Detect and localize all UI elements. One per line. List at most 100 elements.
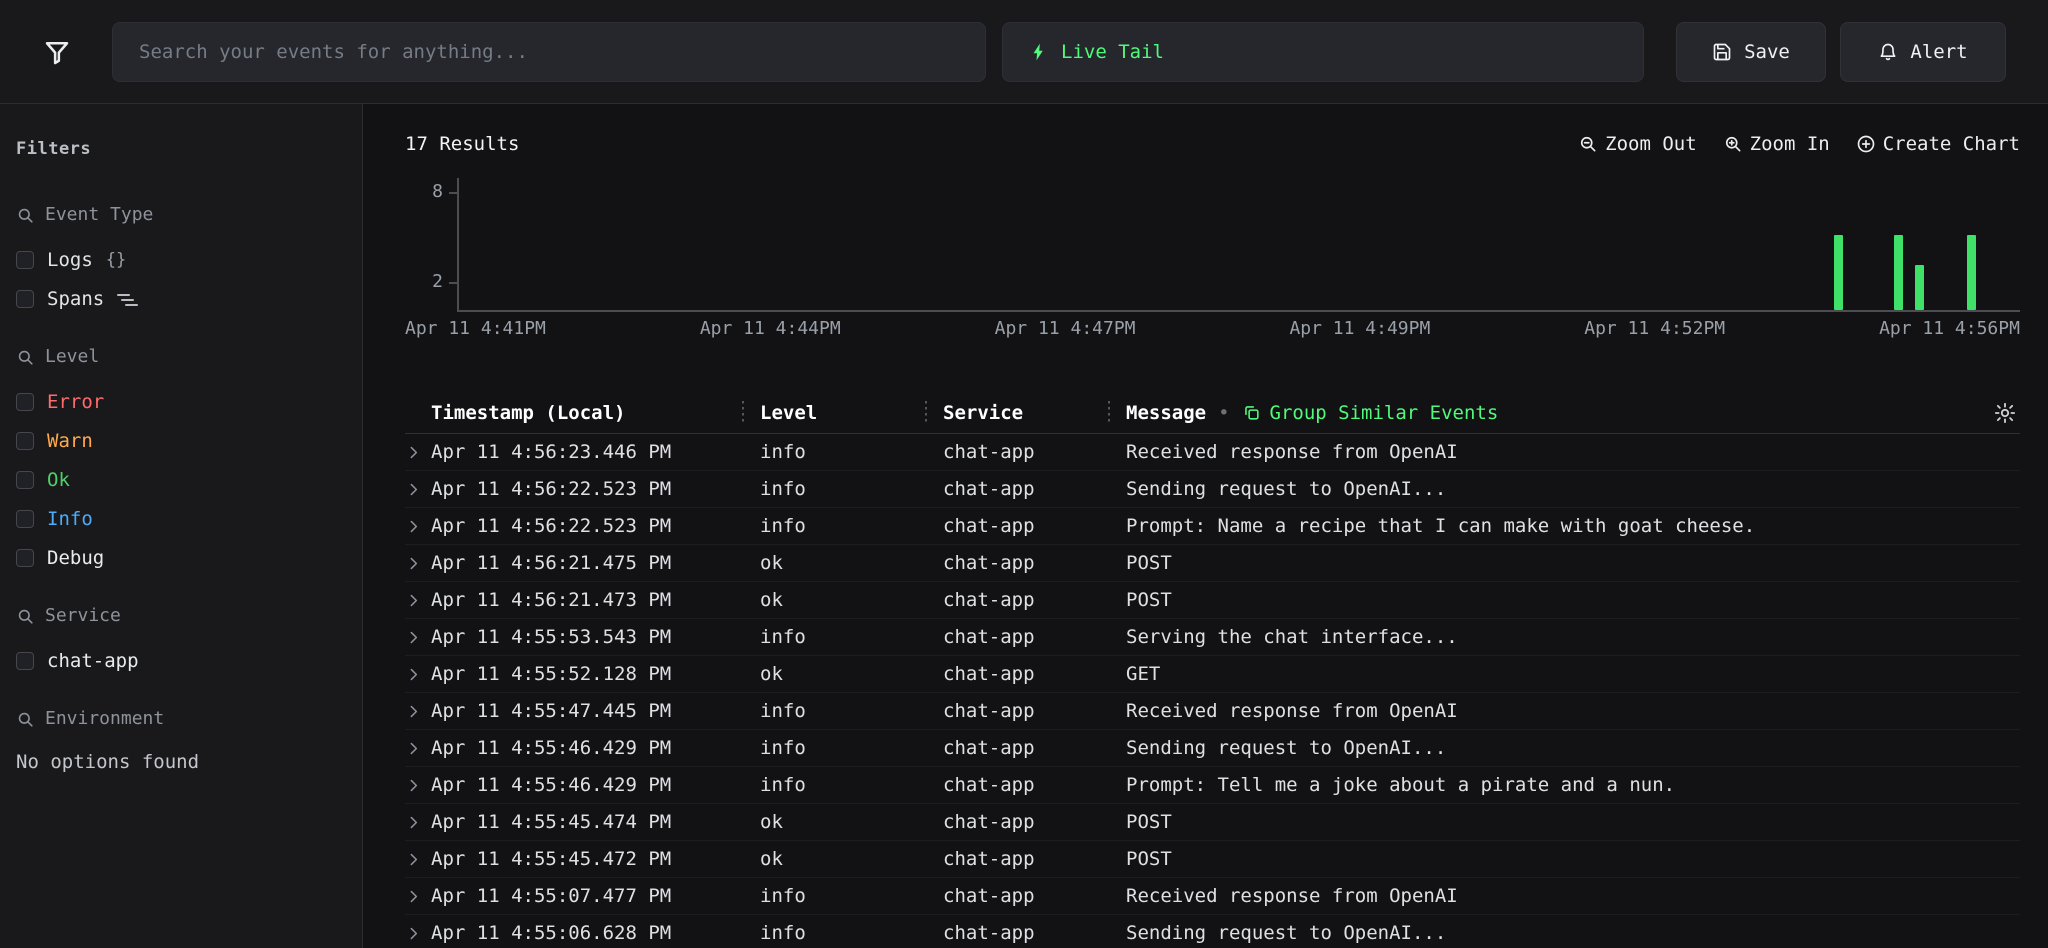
log-row[interactable]: Apr 11 4:56:23.446 PM info chat-app Rece… — [405, 434, 2020, 471]
row-expander[interactable] — [405, 777, 431, 794]
checkbox[interactable] — [16, 290, 34, 308]
row-expander[interactable] — [405, 851, 431, 868]
filter-checkbox-item[interactable]: Ok — [16, 467, 352, 493]
checkbox[interactable] — [16, 432, 34, 450]
col-header-service[interactable]: Service — [925, 402, 1108, 424]
create-chart-button[interactable]: Create Chart — [1856, 133, 2020, 155]
chevron-right-icon — [405, 814, 422, 831]
row-timestamp: Apr 11 4:55:46.429 PM — [431, 774, 742, 796]
row-message: GET — [1108, 663, 2020, 685]
row-expander[interactable] — [405, 888, 431, 905]
log-row[interactable]: Apr 11 4:56:21.473 PM ok chat-app POST — [405, 582, 2020, 619]
row-timestamp: Apr 11 4:56:22.523 PM — [431, 515, 742, 537]
chevron-right-icon — [405, 851, 422, 868]
chevron-right-icon — [405, 925, 422, 942]
row-expander[interactable] — [405, 925, 431, 942]
col-header-level[interactable]: Level — [742, 402, 925, 424]
chart-plot[interactable] — [457, 178, 2020, 312]
filter-checkbox-item[interactable]: Spans — [16, 286, 352, 312]
row-level: info — [742, 700, 925, 722]
live-tail-label: Live Tail — [1061, 41, 1164, 63]
checkbox[interactable] — [16, 510, 34, 528]
col-header-message: Message • Group Similar Events — [1108, 402, 2020, 424]
filter-checkbox-item[interactable]: chat-app — [16, 648, 352, 674]
row-expander[interactable] — [405, 481, 431, 498]
row-level: info — [742, 922, 925, 944]
checkbox[interactable] — [16, 471, 34, 489]
filter-toggle-button[interactable] — [40, 35, 74, 69]
create-chart-label: Create Chart — [1883, 133, 2020, 155]
save-button[interactable]: Save — [1676, 22, 1826, 82]
filter-checkbox-item[interactable]: Logs {} — [16, 247, 352, 273]
filters-sidebar: Filters Event Type Logs {} Spans Level — [0, 104, 363, 948]
chart-bar[interactable] — [1967, 235, 1976, 310]
log-row[interactable]: Apr 11 4:55:46.429 PM info chat-app Prom… — [405, 767, 2020, 804]
log-row[interactable]: Apr 11 4:55:53.543 PM info chat-app Serv… — [405, 619, 2020, 656]
row-level: info — [742, 478, 925, 500]
table-settings-button[interactable] — [1994, 402, 2016, 424]
log-row[interactable]: Apr 11 4:55:07.477 PM info chat-app Rece… — [405, 878, 2020, 915]
log-row[interactable]: Apr 11 4:56:22.523 PM info chat-app Send… — [405, 471, 2020, 508]
checkbox[interactable] — [16, 251, 34, 269]
row-service: chat-app — [925, 774, 1108, 796]
alert-button[interactable]: Alert — [1840, 22, 2006, 82]
row-message: Prompt: Tell me a joke about a pirate an… — [1108, 774, 2020, 796]
checkbox[interactable] — [16, 393, 34, 411]
row-message: Serving the chat interface... — [1108, 626, 2020, 648]
log-row[interactable]: Apr 11 4:56:21.475 PM ok chat-app POST — [405, 545, 2020, 582]
row-level: info — [742, 885, 925, 907]
row-timestamp: Apr 11 4:56:21.473 PM — [431, 589, 742, 611]
filter-checkbox-item[interactable]: Error — [16, 389, 352, 415]
row-message: POST — [1108, 589, 2020, 611]
row-expander[interactable] — [405, 555, 431, 572]
row-service: chat-app — [925, 589, 1108, 611]
events-histogram: 82 — [405, 178, 2020, 312]
log-row[interactable]: Apr 11 4:55:45.474 PM ok chat-app POST — [405, 804, 2020, 841]
row-expander[interactable] — [405, 592, 431, 609]
filter-item-label: Warn — [47, 428, 93, 454]
filter-checkbox-item[interactable]: Debug — [16, 545, 352, 571]
row-expander[interactable] — [405, 629, 431, 646]
log-row[interactable]: Apr 11 4:55:06.628 PM info chat-app Send… — [405, 915, 2020, 948]
row-timestamp: Apr 11 4:55:45.474 PM — [431, 811, 742, 833]
filter-checkbox-item[interactable]: Warn — [16, 428, 352, 454]
chart-bar[interactable] — [1834, 235, 1843, 310]
filter-section-label: Event Type — [45, 204, 153, 226]
row-expander[interactable] — [405, 444, 431, 461]
search-bar — [112, 22, 986, 82]
chevron-right-icon — [405, 888, 422, 905]
col-header-timestamp[interactable]: Timestamp (Local) — [431, 402, 742, 424]
search-input[interactable] — [112, 22, 986, 82]
row-expander[interactable] — [405, 740, 431, 757]
log-row[interactable]: Apr 11 4:55:46.429 PM info chat-app Send… — [405, 730, 2020, 767]
row-service: chat-app — [925, 626, 1108, 648]
chart-bar[interactable] — [1915, 265, 1924, 310]
row-expander[interactable] — [405, 666, 431, 683]
row-service: chat-app — [925, 478, 1108, 500]
row-level: info — [742, 737, 925, 759]
log-row[interactable]: Apr 11 4:55:52.128 PM ok chat-app GET — [405, 656, 2020, 693]
zoom-out-button[interactable]: Zoom Out — [1578, 133, 1697, 155]
chart-y-axis: 82 — [405, 178, 457, 312]
row-service: chat-app — [925, 700, 1108, 722]
checkbox[interactable] — [16, 652, 34, 670]
row-timestamp: Apr 11 4:56:23.446 PM — [431, 441, 742, 463]
y-axis-tick: 2 — [432, 271, 443, 293]
checkbox[interactable] — [16, 549, 34, 567]
group-similar-events-button[interactable]: Group Similar Events — [1242, 402, 1499, 424]
row-expander[interactable] — [405, 518, 431, 535]
filter-section: Level Error Warn Ok Info Debug — [16, 346, 352, 571]
filter-section: Service chat-app — [16, 605, 352, 674]
log-row[interactable]: Apr 11 4:55:45.472 PM ok chat-app POST — [405, 841, 2020, 878]
filter-item-label: Ok — [47, 467, 70, 493]
chart-bar[interactable] — [1894, 235, 1903, 310]
search-icon — [16, 348, 35, 367]
live-tail-button[interactable]: Live Tail — [1002, 22, 1644, 82]
row-expander[interactable] — [405, 703, 431, 720]
filter-checkbox-item[interactable]: Info — [16, 506, 352, 532]
zoom-in-button[interactable]: Zoom In — [1723, 133, 1830, 155]
log-row[interactable]: Apr 11 4:55:47.445 PM info chat-app Rece… — [405, 693, 2020, 730]
copy-icon — [1242, 403, 1261, 422]
row-expander[interactable] — [405, 814, 431, 831]
log-row[interactable]: Apr 11 4:56:22.523 PM info chat-app Prom… — [405, 508, 2020, 545]
